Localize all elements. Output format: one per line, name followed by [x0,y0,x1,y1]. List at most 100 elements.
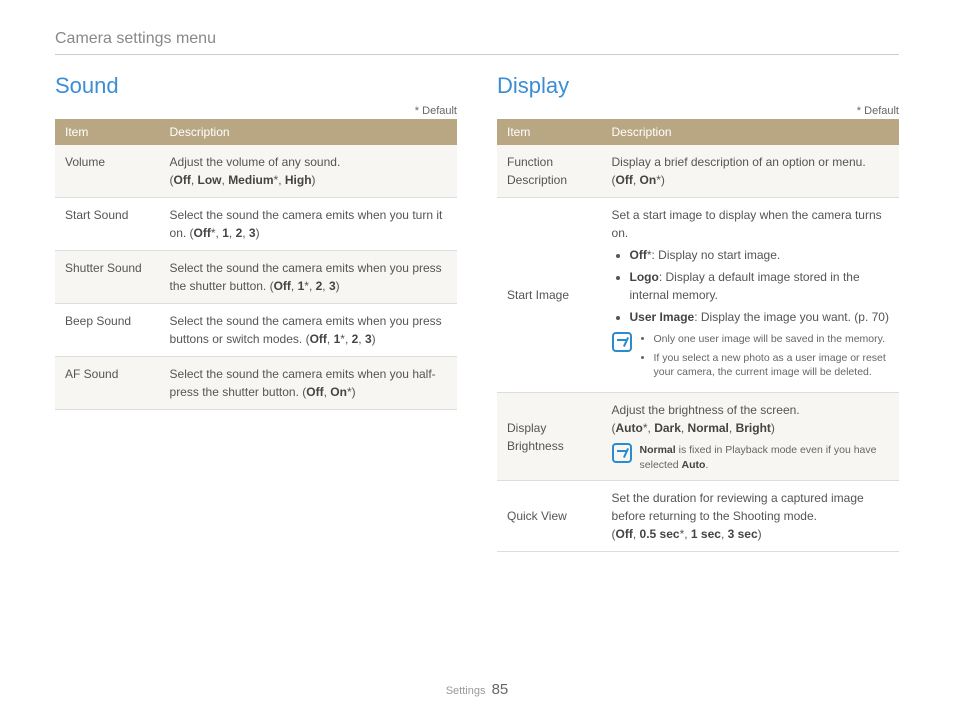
opt: Off [306,385,323,399]
sep: , [633,173,640,187]
sound-column: Sound * Default Item Description Volume … [55,73,457,552]
opt: On [330,385,347,399]
item-cell: Shutter Sound [55,251,160,304]
opt: 3 sec [728,527,758,541]
paren: ) [312,173,316,187]
item-cell: Beep Sound [55,304,160,357]
opt: Off [194,226,211,240]
breadcrumb: Camera settings menu [55,30,899,48]
opt: 3 [249,226,256,240]
desc-text: Set the duration for reviewing a capture… [612,491,864,523]
item-cell: AF Sound [55,357,160,410]
note-block: Only one user image will be saved in the… [612,332,889,384]
paren: ) [336,279,340,293]
opt: Off [616,527,633,541]
table-row: Beep Sound Select the sound the camera e… [55,304,457,357]
table-row: Shutter Sound Select the sound the camer… [55,251,457,304]
sep: , [633,527,640,541]
note-icon [612,443,632,463]
opt: On [640,173,657,187]
page-content: Camera settings menu Sound * Default Ite… [0,0,954,552]
display-column: Display * Default Item Description Funct… [497,73,899,552]
opt: Medium [228,173,273,187]
desc-cell: Select the sound the camera emits when y… [160,357,457,410]
desc-cell: Set a start image to display when the ca… [602,198,899,393]
desc-cell: Display a brief description of an option… [602,145,899,198]
paren: ) [372,332,376,346]
opt: Off [174,173,191,187]
opt: 1 [222,226,229,240]
desc-text: Select the sound the camera emits when y… [170,314,442,346]
item-cell: Start Sound [55,198,160,251]
col-desc: Description [602,119,899,145]
desc-cell: Select the sound the camera emits when y… [160,304,457,357]
columns: Sound * Default Item Description Volume … [55,73,899,552]
table-row: Function Description Display a brief des… [497,145,899,198]
desc-cell: Adjust the volume of any sound. (Off, Lo… [160,145,457,198]
opt: Off [274,279,291,293]
sep: , [191,173,198,187]
sep: , [684,527,691,541]
sep: , [278,173,285,187]
desc-text: Adjust the brightness of the screen. [612,403,800,417]
opt: 3 [365,332,372,346]
opt: Normal [688,421,729,435]
note-text: Normal is fixed in Playback mode even if… [640,443,889,472]
display-title: Display [497,73,899,99]
sep: , [681,421,688,435]
opt-desc: : Display the image you want. (p. 70) [694,310,889,324]
table-row: Start Image Set a start image to display… [497,198,899,393]
paren: ) [771,421,775,435]
desc-cell: Select the sound the camera emits when y… [160,251,457,304]
table-row: Quick View Set the duration for reviewin… [497,481,899,552]
note-block: Normal is fixed in Playback mode even if… [612,443,889,472]
sep: , [729,421,736,435]
opt: Logo [630,270,659,284]
opt-desc: : Display no start image. [652,248,781,262]
desc-text: Adjust the volume of any sound. [170,155,341,169]
item-cell: Start Image [497,198,602,393]
opt: Bright [736,421,771,435]
default-marker: * Default [497,105,899,117]
opt: High [285,173,312,187]
opt: Dark [654,421,681,435]
table-row: Display Brightness Adjust the brightness… [497,393,899,481]
desc-cell: Set the duration for reviewing a capture… [602,481,899,552]
item-cell: Display Brightness [497,393,602,481]
sep: , [322,279,329,293]
opt: Off [630,248,647,262]
list-item: Off*: Display no start image. [630,246,889,264]
item-cell: Quick View [497,481,602,552]
note-text: Only one user image will be saved in the… [640,332,889,384]
opt: Low [198,173,222,187]
paren: ) [352,385,356,399]
table-row: Start Sound Select the sound the camera … [55,198,457,251]
item-cell: Function Description [497,145,602,198]
desc-cell: Select the sound the camera emits when y… [160,198,457,251]
sep: , [242,226,249,240]
item-cell: Volume [55,145,160,198]
note-bold: Normal [640,444,676,456]
opt: Auto [616,421,643,435]
sep: , [721,527,728,541]
sep: , [345,332,352,346]
desc-text: Select the sound the camera emits when y… [170,367,436,399]
sep: , [309,279,316,293]
note-item: If you select a new photo as a user imag… [654,351,889,380]
opt: 3 [329,279,336,293]
desc-cell: Adjust the brightness of the screen. (Au… [602,393,899,481]
sound-table: Item Description Volume Adjust the volum… [55,119,457,410]
note-icon [612,332,632,352]
paren: ) [661,173,665,187]
default-marker: * Default [55,105,457,117]
col-item: Item [55,119,160,145]
note-rest: is fixed in Playback mode even if you ha… [640,444,877,471]
opt: Off [310,332,327,346]
table-row: AF Sound Select the sound the camera emi… [55,357,457,410]
option-list: Off*: Display no start image. Logo: Disp… [612,246,889,326]
col-desc: Description [160,119,457,145]
list-item: User Image: Display the image you want. … [630,308,889,326]
desc-text: Set a start image to display when the ca… [612,208,882,240]
opt: 1 sec [691,527,721,541]
opt-desc: : Display a default image stored in the … [630,270,860,302]
